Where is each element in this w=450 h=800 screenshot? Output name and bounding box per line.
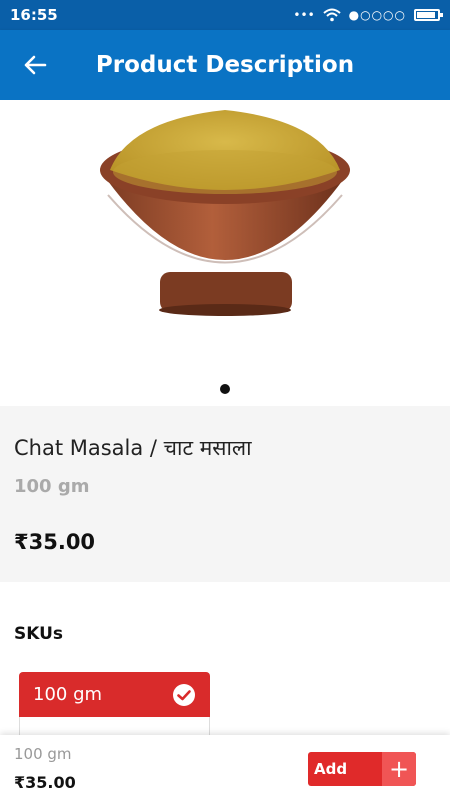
signal-icon: ●○○○○ (348, 8, 406, 22)
plus-icon[interactable]: + (382, 752, 416, 786)
back-button[interactable] (0, 30, 70, 100)
bottom-bar: 100 gm ₹35.00 Add + (0, 735, 450, 800)
add-button-label: Add (314, 760, 348, 778)
carousel-page-indicator[interactable] (220, 384, 230, 394)
product-image-carousel[interactable] (0, 100, 450, 405)
product-price: ₹35.00 (14, 530, 96, 554)
add-to-cart-button[interactable]: Add + (308, 752, 416, 786)
app-bar: Product Description (0, 30, 450, 100)
spice-bowl-image (100, 110, 350, 316)
product-info: Chat Masala / चाट मसाला 100 gm ₹35.00 (0, 406, 450, 582)
product-name: Chat Masala / चाट मसाला (14, 436, 252, 460)
status-time: 16:55 (10, 6, 58, 24)
status-bar: 16:55 ••• ●○○○○ (0, 0, 450, 30)
status-icons: ••• ●○○○○ (293, 8, 443, 22)
page-title: Product Description (95, 52, 355, 78)
skus-heading: SKUs (14, 624, 64, 644)
sku-option-100gm[interactable]: 100 gm (19, 672, 210, 717)
battery-icon (414, 9, 443, 21)
sku-option-label: 100 gm (33, 684, 103, 705)
wifi-icon (322, 8, 341, 22)
sku-card-body (19, 717, 210, 737)
bottom-price: ₹35.00 (14, 773, 76, 792)
back-arrow-icon (24, 55, 47, 75)
bottom-weight: 100 gm (14, 745, 72, 763)
product-weight: 100 gm (14, 476, 90, 497)
more-icon: ••• (293, 8, 315, 22)
check-circle-icon (173, 683, 195, 706)
